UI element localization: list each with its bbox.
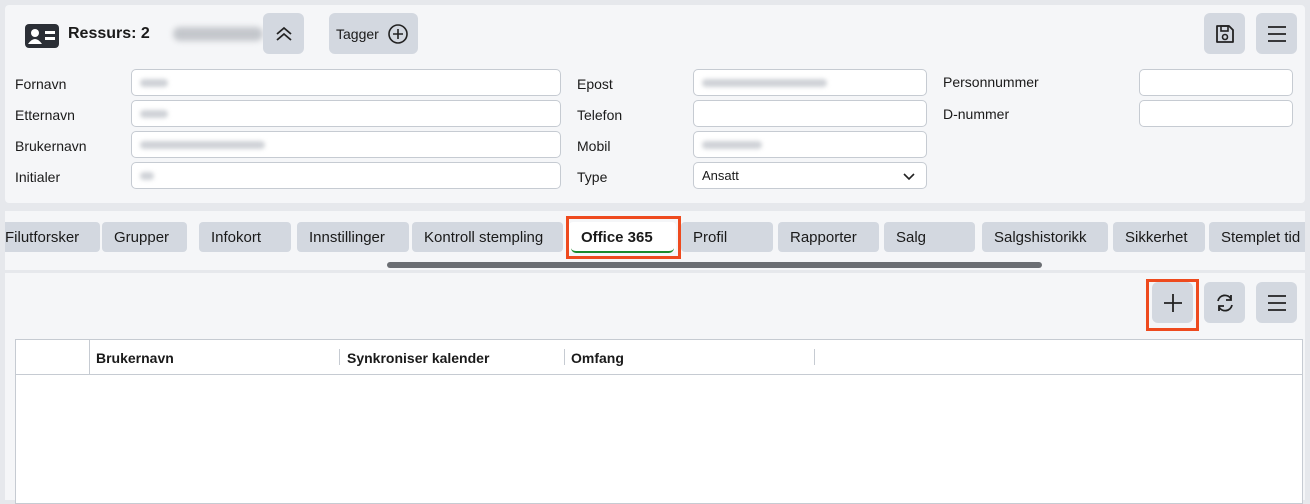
save-button[interactable]: [1204, 13, 1245, 54]
grid-menu-button[interactable]: [1256, 282, 1297, 323]
resource-name-redacted: [173, 27, 263, 41]
mobil-label: Mobil: [577, 138, 611, 154]
office-365-tab-highlight: [566, 216, 681, 259]
header-menu-button[interactable]: [1256, 13, 1297, 54]
fornavn-label: Fornavn: [15, 76, 67, 92]
column-separator[interactable]: [814, 349, 815, 365]
chevron-down-icon: [902, 171, 916, 181]
resource-header-panel: Ressurs: 2 Tagger Fornavn Etternavn Bruk…: [5, 5, 1305, 203]
collapse-button[interactable]: [263, 13, 304, 54]
tab-filutforsker[interactable]: Filutforsker: [5, 222, 100, 252]
initialer-field[interactable]: [131, 162, 561, 189]
fornavn-field[interactable]: [131, 69, 561, 96]
type-label: Type: [577, 169, 608, 185]
tab-sikkerhet[interactable]: Sikkerhet: [1113, 222, 1205, 252]
users-grid: Brukernavn Synkroniser kalender Omfang: [15, 339, 1303, 504]
dnummer-field[interactable]: [1139, 100, 1293, 127]
hamburger-menu-icon: [1266, 24, 1288, 44]
column-header-brukernavn[interactable]: Brukernavn: [90, 340, 174, 375]
tab-salg[interactable]: Salg: [884, 222, 975, 252]
brukernavn-label: Brukernavn: [15, 138, 87, 154]
add-button-highlight: [1146, 279, 1199, 331]
telefon-label: Telefon: [577, 107, 623, 123]
tags-button[interactable]: Tagger: [329, 13, 418, 54]
epost-label: Epost: [577, 76, 613, 92]
type-select[interactable]: Ansatt: [693, 162, 927, 189]
refresh-icon: [1214, 292, 1236, 314]
grid-header: Brukernavn Synkroniser kalender Omfang: [16, 340, 1302, 375]
tab-infokort[interactable]: Infokort: [199, 222, 291, 252]
personnummer-label: Personnummer: [943, 74, 1039, 90]
brukernavn-field[interactable]: [131, 131, 561, 158]
hamburger-menu-icon: [1266, 293, 1288, 313]
column-separator[interactable]: [339, 349, 340, 365]
mobil-field[interactable]: [693, 131, 927, 158]
chevron-double-up-icon: [274, 24, 294, 44]
tab-profil[interactable]: Profil: [681, 222, 773, 252]
page-title: Ressurs: 2: [68, 25, 150, 42]
dnummer-label: D-nummer: [943, 106, 1010, 122]
id-card-icon: [23, 21, 63, 51]
tab-innstillinger[interactable]: Innstillinger: [297, 222, 409, 252]
tab-kontroll-stempling[interactable]: Kontroll stempling: [412, 222, 563, 252]
initialer-label: Initialer: [15, 169, 61, 185]
office-365-panel: Brukernavn Synkroniser kalender Omfang: [5, 273, 1305, 504]
etternavn-field[interactable]: [131, 100, 561, 127]
save-icon: [1214, 23, 1236, 45]
tab-grupper[interactable]: Grupper: [102, 222, 187, 252]
type-select-value: Ansatt: [702, 168, 739, 183]
plus-circle-icon: [387, 23, 409, 45]
etternavn-label: Etternavn: [15, 107, 75, 123]
tab-stemplet-tid[interactable]: Stemplet tid: [1209, 222, 1305, 252]
tab-scrollbar[interactable]: [387, 262, 1042, 268]
tab-rapporter[interactable]: Rapporter: [778, 222, 879, 252]
tags-label: Tagger: [336, 25, 379, 42]
tab-salgshistorikk[interactable]: Salgshistorikk: [982, 222, 1108, 252]
telefon-field[interactable]: [693, 100, 927, 127]
personnummer-field[interactable]: [1139, 69, 1293, 96]
column-header-synkroniser-kalender[interactable]: Synkroniser kalender: [341, 340, 489, 375]
epost-field[interactable]: [693, 69, 927, 96]
column-header-omfang[interactable]: Omfang: [565, 340, 624, 375]
refresh-button[interactable]: [1204, 282, 1245, 323]
